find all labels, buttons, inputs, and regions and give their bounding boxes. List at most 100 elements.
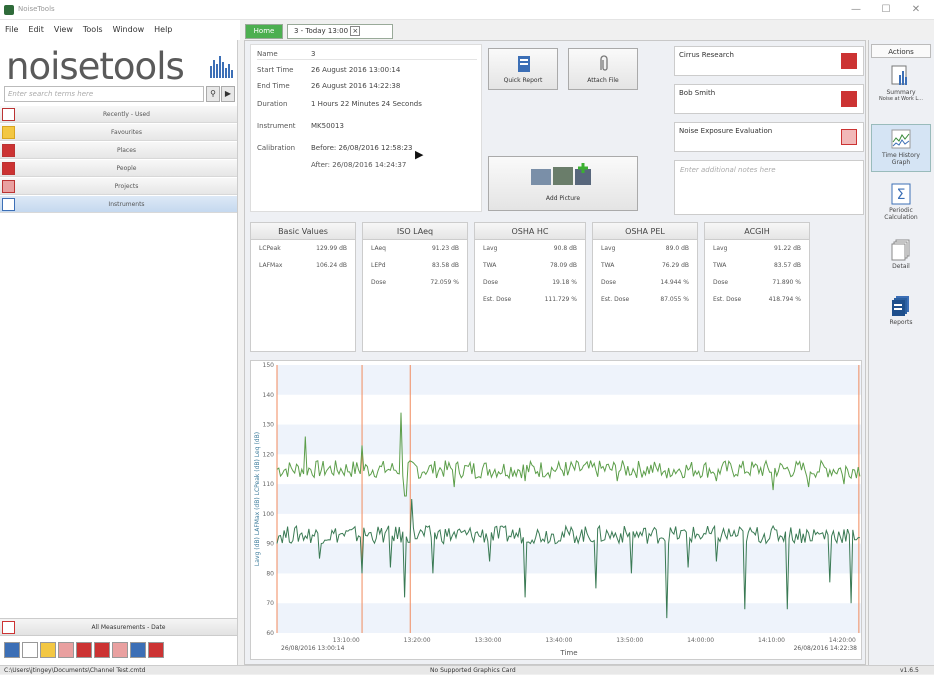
house-icon[interactable] — [76, 642, 92, 658]
action-detail[interactable]: Detail — [871, 236, 931, 284]
x-tick-label: 13:10:00 — [333, 637, 360, 644]
tab-home[interactable]: Home — [245, 24, 283, 39]
x-tick-label: 13:50:00 — [616, 637, 643, 644]
y-tick-label: 130 — [263, 422, 275, 429]
menu-view[interactable]: View — [49, 20, 78, 40]
calibration-expand-icon[interactable]: ▶ — [415, 148, 423, 161]
nav-people[interactable]: People — [0, 160, 237, 177]
action-reports[interactable]: Reports — [871, 292, 931, 340]
y-tick-label: 140 — [263, 392, 275, 399]
y-tick-label: 120 — [263, 451, 275, 458]
time-history-icon — [891, 129, 911, 149]
svg-text:Σ: Σ — [897, 187, 906, 203]
search-icon[interactable]: ⚲ — [206, 86, 220, 102]
value-box-osha-pel: OSHA PEL Lavg 89.0 dB TWA 76.29 dB Dose 14.… — [592, 222, 698, 352]
tab-measurement-label: 3 - Today 13:00 — [294, 27, 349, 35]
time-history-chart[interactable]: 60 70 80 90 100 110 120 130 140 150 13:10:00 13:20:… — [250, 360, 862, 660]
info-calibration-after: After: 26/08/2016 14:24:37 — [311, 161, 407, 169]
star-icon[interactable] — [40, 642, 56, 658]
reports-icon — [892, 296, 909, 316]
measurement-info: Name 3 Start Time 26 August 2016 13:00:14 … — [250, 44, 482, 212]
search-input[interactable]: Enter search terms here — [4, 86, 204, 102]
menu-help[interactable]: Help — [149, 20, 177, 40]
value-row: TWA 78.09 dB — [483, 262, 577, 269]
y-tick-label: 150 — [263, 362, 275, 369]
value-row: LEPd 83.58 dB — [371, 262, 459, 269]
menu-window[interactable]: Window — [108, 20, 150, 40]
nav-recently-used[interactable]: Recently - Used — [0, 106, 237, 123]
house-icon[interactable] — [841, 53, 857, 69]
grid-band — [277, 424, 861, 455]
recent-icon — [2, 108, 15, 121]
attach-file-button[interactable]: Attach File — [568, 48, 638, 90]
project-field[interactable]: Noise Exposure Evaluation — [674, 122, 864, 152]
value-row: Lavg 91.22 dB — [713, 245, 801, 252]
menu-bar: File Edit View Tools Window Help — [0, 20, 240, 40]
nav-favourites[interactable]: Favourites — [0, 124, 237, 141]
x-tick-label: 14:00:00 — [687, 637, 714, 644]
nav-instruments[interactable]: Instruments — [0, 196, 237, 213]
value-row: LCPeak 129.99 dB — [259, 245, 347, 252]
all-measurements-selector[interactable]: All Measurements - Date — [0, 618, 237, 636]
measurement-icon — [2, 621, 15, 634]
copy-icon[interactable] — [22, 642, 38, 658]
notes-input[interactable]: Enter additional notes here — [674, 160, 864, 215]
value-row: Lavg 90.8 dB — [483, 245, 577, 252]
project-icon[interactable] — [112, 642, 128, 658]
app-icon — [4, 5, 14, 15]
detail-icon — [891, 239, 910, 261]
action-summary[interactable]: Summary Noise at Work L... — [871, 62, 931, 110]
person-icon[interactable] — [841, 91, 857, 107]
status-bar: C:\Users\jtingey\Documents\Channel Test.… — [0, 665, 934, 674]
close-tab-icon[interactable]: × — [350, 26, 361, 36]
close-button[interactable]: ✕ — [908, 3, 924, 17]
x-tick-label: 14:20:00 — [829, 637, 856, 644]
y-tick-label: 60 — [266, 630, 274, 637]
star-icon — [2, 126, 15, 139]
value-row: Est. Dose 87.055 % — [601, 296, 689, 303]
company-field[interactable]: Cirrus Research — [674, 46, 864, 76]
nav-projects[interactable]: Projects — [0, 178, 237, 195]
title-bar: NoiseTools — ☐ ✕ — [0, 0, 934, 20]
menu-edit[interactable]: Edit — [23, 20, 49, 40]
logo-bars-icon — [210, 56, 233, 78]
person-icon[interactable] — [94, 642, 110, 658]
folder-icon[interactable] — [58, 642, 74, 658]
play-search-icon[interactable]: ▶ — [221, 86, 235, 102]
start-time-label: 26/08/2016 13:00:14 — [281, 645, 345, 652]
y-tick-label: 110 — [263, 481, 275, 488]
nav-places[interactable]: Places — [0, 142, 237, 159]
window-title: NoiseTools — [18, 5, 55, 13]
x-tick-label: 13:40:00 — [545, 637, 572, 644]
left-panel: noisetools Enter search terms here ⚲ ▶ R… — [0, 40, 238, 665]
action-time-history[interactable]: Time History Graph — [871, 124, 931, 172]
person-field[interactable]: Bob Smith — [674, 84, 864, 114]
add-picture-button[interactable]: Add Picture — [488, 156, 638, 211]
value-row: Lavg 89.0 dB — [601, 245, 689, 252]
x-tick-label: 13:30:00 — [475, 637, 502, 644]
person-icon — [2, 162, 15, 175]
report-icon — [518, 56, 530, 72]
name-field[interactable]: 3 — [311, 48, 315, 60]
y-tick-label: 80 — [266, 570, 274, 577]
tab-measurement[interactable]: 3 - Today 13:00 × — [287, 24, 393, 39]
menu-file[interactable]: File — [0, 20, 23, 40]
noisetools-logo: noisetools — [6, 45, 185, 88]
y-tick-label: 70 — [266, 600, 274, 607]
new-icon[interactable] — [4, 642, 20, 658]
menu-tools[interactable]: Tools — [78, 20, 108, 40]
actions-panel: Actions Summary Noise at Work L... Time H… — [868, 40, 934, 665]
x-axis-label: Time — [559, 649, 577, 657]
minimize-button[interactable]: — — [848, 3, 864, 17]
quick-report-button[interactable]: Quick Report — [488, 48, 558, 90]
project-icon[interactable] — [841, 129, 857, 145]
value-row: LAFMax 106.24 dB — [259, 262, 347, 269]
value-row: TWA 76.29 dB — [601, 262, 689, 269]
grid-band — [277, 603, 861, 633]
action-periodic[interactable]: Σ Periodic Calculation — [871, 180, 931, 228]
folder-icon — [2, 180, 15, 193]
instrument-icon[interactable] — [130, 642, 146, 658]
maximize-button[interactable]: ☐ — [878, 3, 894, 17]
x-tick-label: 14:10:00 — [758, 637, 785, 644]
settings-icon[interactable] — [148, 642, 164, 658]
